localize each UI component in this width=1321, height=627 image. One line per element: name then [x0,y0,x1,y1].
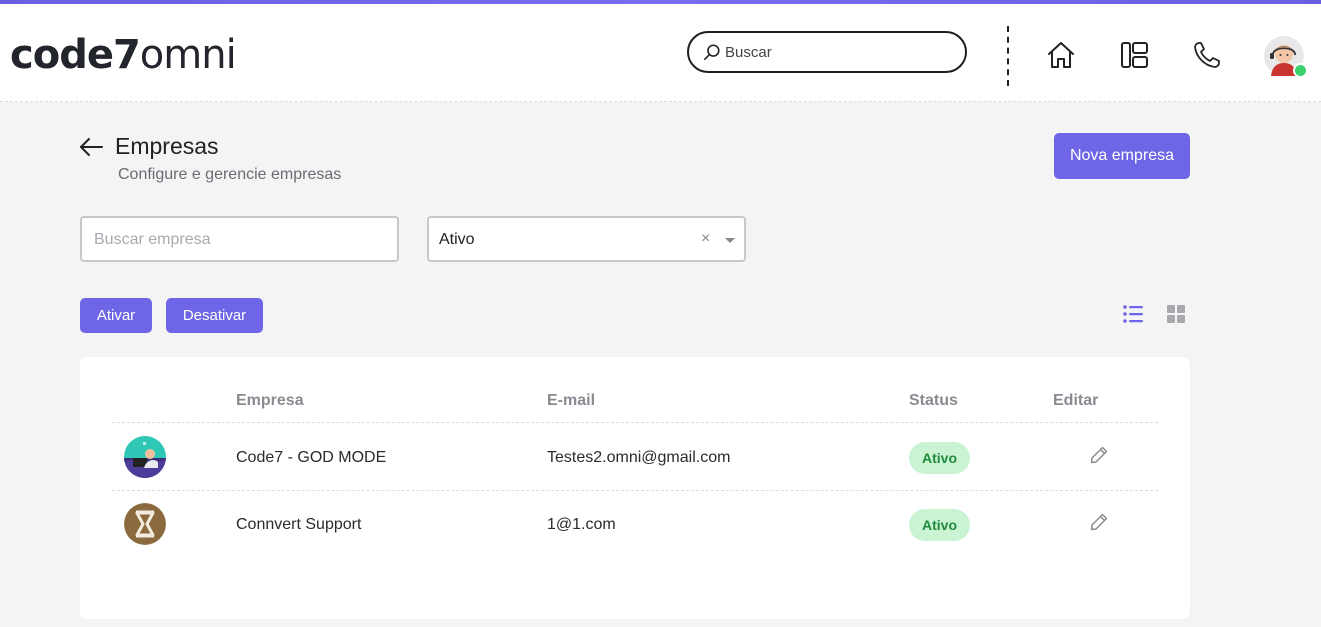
global-search[interactable] [687,31,967,73]
row-divider [112,422,1158,423]
company-search-input[interactable] [94,230,384,250]
list-view-icon[interactable] [1122,303,1144,325]
company-name: Connvert Support [236,516,362,533]
column-header-edit: Editar [1053,392,1099,409]
phone-icon[interactable] [1192,40,1222,70]
global-search-input[interactable] [725,41,945,63]
header-divider [1007,26,1009,86]
app-header: code7omni [0,4,1321,102]
online-status-dot [1293,63,1308,78]
deactivate-button[interactable]: Desativar [166,298,263,333]
status-filter-value: Ativo [439,231,475,248]
chevron-down-icon[interactable] [725,238,735,243]
company-name: Code7 - GOD MODE [236,449,387,466]
status-badge: Ativo [909,509,970,541]
edit-pencil-icon[interactable] [1089,445,1109,465]
status-badge: Ativo [909,442,970,474]
company-logo [124,503,166,545]
page-title: Empresas [115,133,219,159]
user-avatar[interactable] [1264,36,1308,78]
company-logo [124,436,166,478]
layout-icon[interactable] [1120,40,1150,70]
column-header-company: Empresa [236,392,304,409]
column-header-email: E-mail [547,392,596,409]
edit-pencil-icon[interactable] [1089,512,1109,532]
clear-filter-icon[interactable]: × [701,230,710,248]
search-icon [703,44,720,61]
status-filter-select[interactable]: Ativo × [427,216,746,262]
new-company-button[interactable]: Nova empresa [1054,133,1190,179]
company-email: Testes2.omni@gmail.com [547,449,731,466]
company-email: 1@1.com [547,516,616,533]
companies-table: Empresa E-mail Status Editar Code7 - GOD… [80,357,1190,619]
app-logo[interactable]: code7omni [10,32,237,78]
column-header-status: Status [909,392,958,409]
home-icon[interactable] [1046,40,1076,70]
page-subtitle: Configure e gerencie empresas [118,166,342,183]
activate-button[interactable]: Ativar [80,298,152,333]
row-divider [112,490,1158,491]
back-arrow-icon[interactable] [78,136,104,158]
company-search-field[interactable] [80,216,399,262]
grid-view-icon[interactable] [1165,303,1187,325]
